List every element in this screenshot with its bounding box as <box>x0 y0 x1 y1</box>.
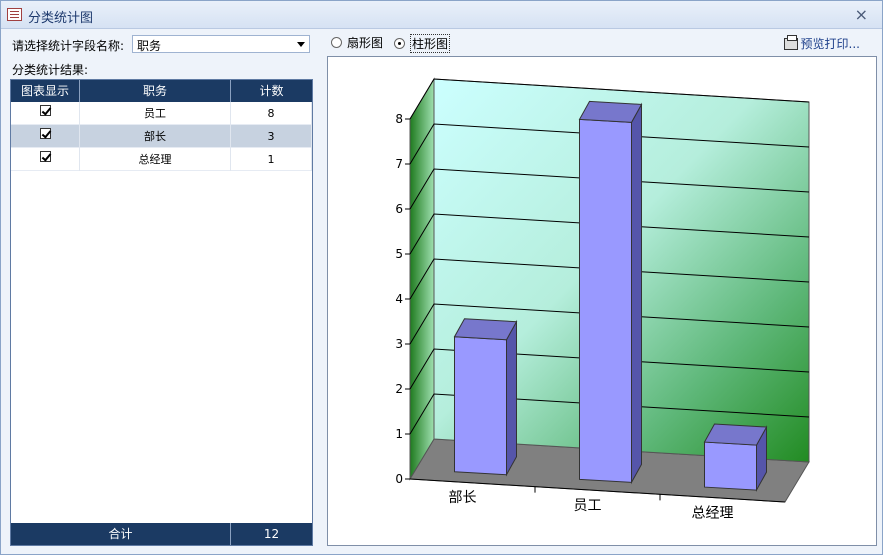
printer-icon <box>783 34 798 50</box>
x-tick-label: 员工 <box>574 498 602 514</box>
y-tick-label: 4 <box>395 292 403 306</box>
table-row[interactable]: 部长 3 <box>11 125 312 148</box>
table-header: 图表显示 职务 计数 <box>11 80 312 102</box>
field-select[interactable]: 职务 <box>132 35 310 53</box>
show-checkbox[interactable] <box>39 104 51 116</box>
y-tick-label: 0 <box>395 472 403 486</box>
window-title: 分类统计图 <box>28 11 94 26</box>
radio-bar-label[interactable]: 柱形图 <box>410 34 451 53</box>
y-tick-label: 5 <box>395 247 403 261</box>
bar-side <box>631 102 642 485</box>
print-preview-label[interactable]: 预览打印... <box>801 35 860 52</box>
bar-front <box>579 118 632 483</box>
y-tick-label: 8 <box>395 112 403 126</box>
result-table: 图表显示 职务 计数 员工 8 部长 3 总经理 1 合计 12 <box>10 79 313 546</box>
show-cell[interactable] <box>11 102 80 125</box>
y-tick-label: 6 <box>395 202 403 216</box>
count-cell: 3 <box>231 125 312 148</box>
header-name[interactable]: 职务 <box>80 80 231 102</box>
show-checkbox[interactable] <box>39 150 51 162</box>
bar-top <box>578 100 643 123</box>
show-cell[interactable] <box>11 125 80 148</box>
close-button[interactable]: × <box>855 5 868 24</box>
bar-front <box>454 336 507 476</box>
radio-bar[interactable]: 柱形图 <box>394 34 451 53</box>
header-show[interactable]: 图表显示 <box>11 80 80 102</box>
y-tick-label: 1 <box>395 427 403 441</box>
name-cell: 部长 <box>80 125 231 148</box>
table-footer: 合计 12 <box>11 523 312 545</box>
y-tick-label: 2 <box>395 382 403 396</box>
show-checkbox[interactable] <box>39 127 51 139</box>
radio-pie[interactable]: 扇形图 <box>331 34 383 51</box>
table-row[interactable]: 员工 8 <box>11 102 312 125</box>
bar-top <box>453 318 518 341</box>
bar-front <box>704 441 757 491</box>
field-label: 请选择统计字段名称: <box>12 39 125 53</box>
bar-chart: 0 1 2 3 4 5 6 7 8 部长员工总经理 <box>395 77 810 522</box>
footer-label: 合计 <box>11 523 231 545</box>
form-icon <box>7 8 22 21</box>
count-cell: 1 <box>231 148 312 171</box>
header-count[interactable]: 计数 <box>231 80 312 102</box>
bar-side <box>506 319 517 477</box>
chevron-down-icon[interactable] <box>297 42 305 47</box>
radio-pie-button[interactable] <box>331 37 342 48</box>
name-cell: 总经理 <box>80 148 231 171</box>
field-select-value: 职务 <box>137 39 162 53</box>
radio-pie-label[interactable]: 扇形图 <box>347 34 383 51</box>
footer-total: 12 <box>263 527 280 541</box>
chart-panel: 0 1 2 3 4 5 6 7 8 部长员工总经理 <box>327 56 877 546</box>
x-tick-label: 总经理 <box>692 506 734 522</box>
table-row[interactable]: 总经理 1 <box>11 148 312 171</box>
y-tick-label: 3 <box>395 337 403 351</box>
x-tick-label: 部长 <box>449 490 477 506</box>
y-tick-label: 7 <box>395 157 403 171</box>
dialog-window: 分类统计图 × 请选择统计字段名称: 职务 分类统计结果: 图表显示 职务 计数… <box>0 0 883 555</box>
result-label: 分类统计结果: <box>12 63 89 77</box>
count-cell: 8 <box>231 102 312 125</box>
name-cell: 员工 <box>80 102 231 125</box>
radio-bar-button[interactable] <box>394 38 405 49</box>
bar-top <box>703 423 768 446</box>
title-bar: 分类统计图 × <box>1 1 882 29</box>
show-cell[interactable] <box>11 148 80 171</box>
print-preview-button[interactable]: 预览打印... <box>783 34 860 52</box>
